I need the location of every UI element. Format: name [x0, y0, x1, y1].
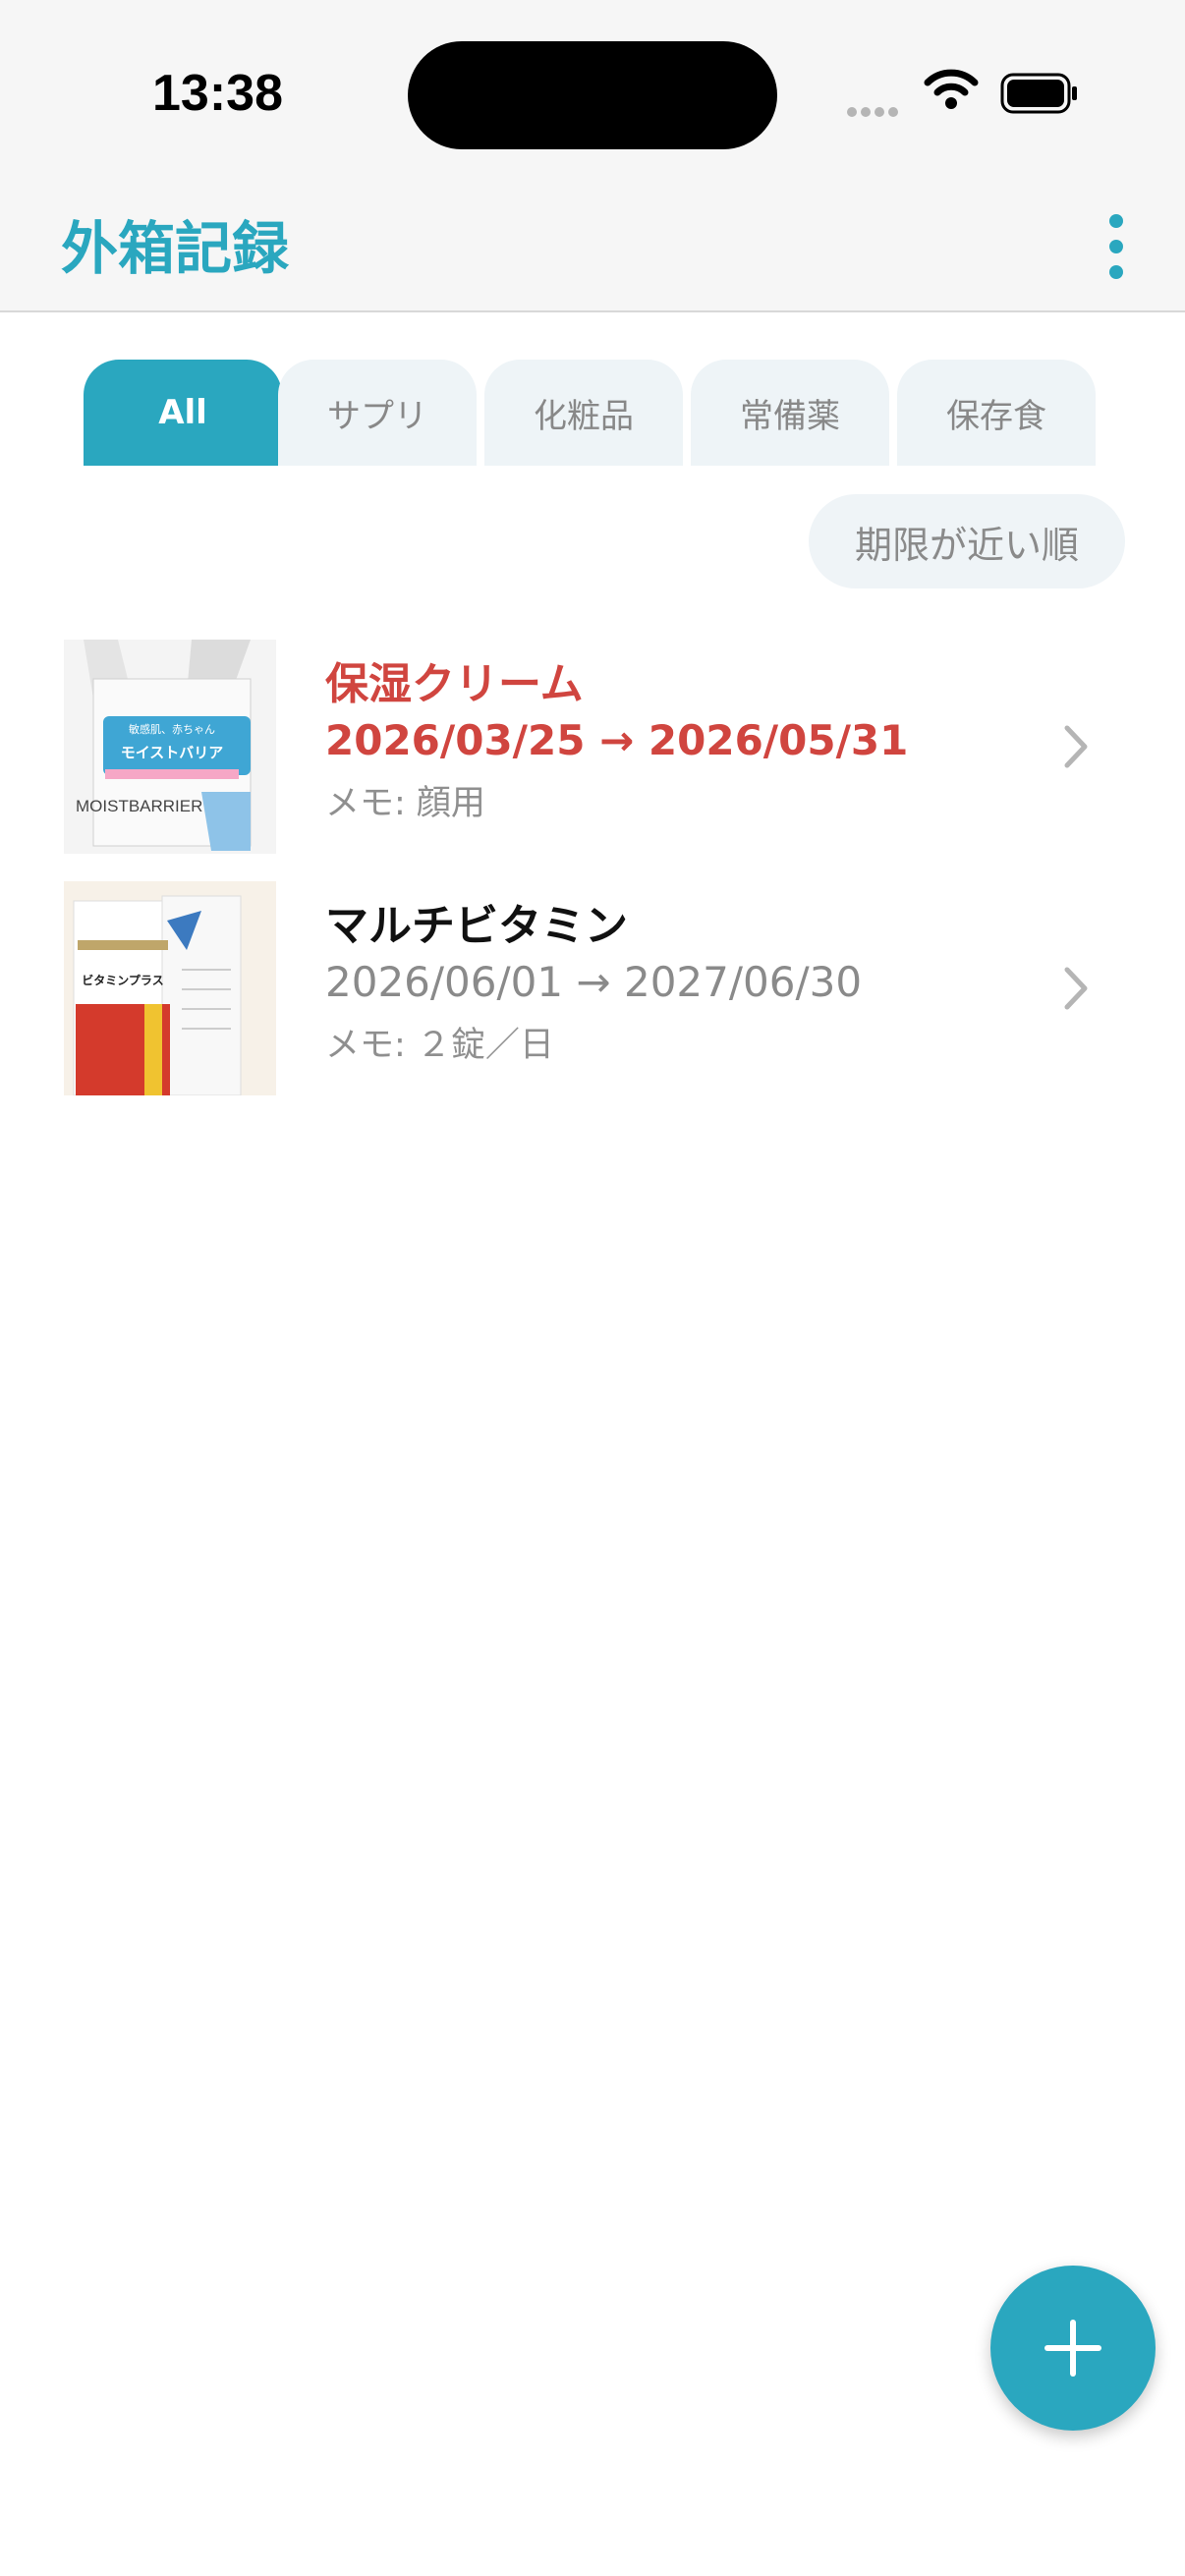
sort-button[interactable]: 期限が近い順: [809, 494, 1125, 588]
tab-cosmetics[interactable]: 化粧品: [484, 360, 683, 466]
status-time: 13:38: [152, 65, 283, 122]
thumb-text-1: 敏感肌、赤ちゃん: [129, 722, 215, 736]
item-name: 保湿クリーム: [325, 659, 584, 709]
wifi-icon: [924, 69, 979, 109]
cellular-signal-icon: [847, 102, 902, 121]
item-memo: メモ: 顔用: [325, 784, 485, 823]
add-item-button[interactable]: [990, 2266, 1156, 2431]
item-dates: 2026/03/25 → 2026/05/31: [325, 716, 909, 764]
thumb-text-1: ビタミンプラス: [82, 973, 163, 987]
dynamic-island: [408, 41, 777, 149]
thumb-text-3: MOISTBARRIER: [76, 797, 202, 815]
tab-preserved-food[interactable]: 保存食: [897, 360, 1096, 466]
item-thumbnail: 敏感肌、赤ちゃん モイストバリア MOISTBARRIER: [64, 640, 276, 854]
chevron-right-icon: [1064, 725, 1088, 768]
top-app-bar: 13:38 外箱記録: [0, 0, 1185, 312]
item-dates: 2026/06/01 → 2027/06/30: [325, 958, 863, 1006]
list-item[interactable]: 敏感肌、赤ちゃん モイストバリア MOISTBARRIER 保湿クリーム 202…: [0, 640, 1185, 854]
page-title: 外箱記録: [61, 215, 290, 282]
plus-icon: [1044, 2320, 1101, 2377]
item-memo: メモ: ２錠／日: [325, 1026, 554, 1065]
battery-icon: [1000, 73, 1077, 114]
thumb-text-2: モイストバリア: [121, 744, 224, 761]
chevron-right-icon: [1064, 967, 1088, 1010]
item-name: マルチビタミン: [325, 901, 628, 951]
list-item[interactable]: ビタミンプラス マルチビタミン 2026/06/01 → 2027/06/30 …: [0, 881, 1185, 1095]
item-thumbnail: ビタミンプラス: [64, 881, 276, 1095]
tab-all[interactable]: All: [84, 360, 282, 466]
more-vert-icon[interactable]: [1097, 214, 1136, 283]
tab-medicine[interactable]: 常備薬: [691, 360, 889, 466]
tab-supplement[interactable]: サプリ: [278, 360, 477, 466]
